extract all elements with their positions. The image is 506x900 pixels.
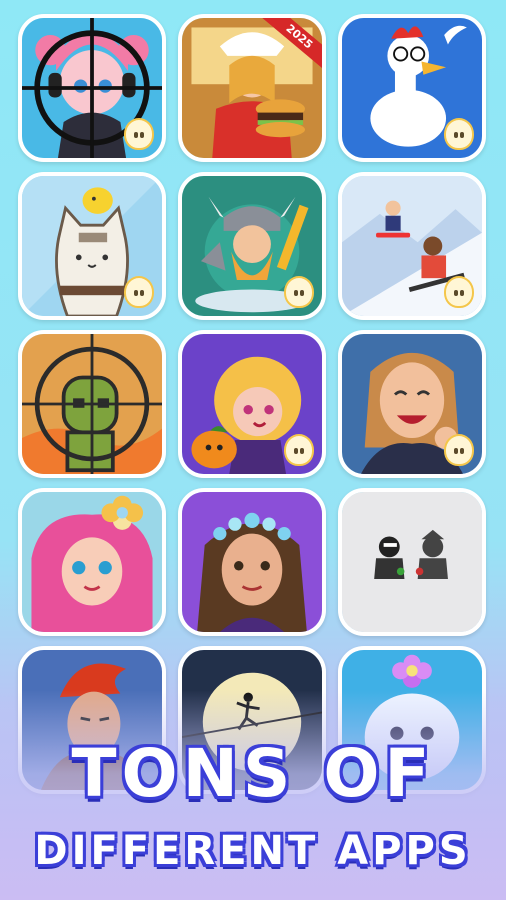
app-tile-ninja[interactable]: [338, 488, 486, 636]
app-tile-happy-woman[interactable]: [338, 330, 486, 478]
app-tile-burger-chef[interactable]: 2025: [178, 14, 326, 162]
zombie-target-icon: [22, 334, 162, 474]
ninja-duo-icon: [342, 492, 482, 632]
app-badge-icon: [444, 276, 474, 308]
app-tile-cat-bird[interactable]: [18, 172, 166, 320]
flower-crown-girl-icon: [182, 492, 322, 632]
headline-line-1: TONS OF: [71, 735, 435, 812]
app-badge-icon: [444, 434, 474, 466]
app-tile-chicken[interactable]: [338, 14, 486, 162]
app-badge-icon: [284, 434, 314, 466]
app-tile-flower-crown[interactable]: [178, 488, 326, 636]
app-tile-fairy[interactable]: [178, 330, 326, 478]
app-tile-sniper-girl[interactable]: [18, 14, 166, 162]
app-badge-icon: [444, 118, 474, 150]
app-tile-viking[interactable]: [178, 172, 326, 320]
headline-line-2: DIFFERENT APPS: [34, 828, 472, 874]
flower-mermaid-icon: [22, 492, 162, 632]
app-tile-mermaid[interactable]: [18, 488, 166, 636]
app-badge-icon: [284, 276, 314, 308]
app-badge-icon: [124, 276, 154, 308]
app-tile-ski[interactable]: [338, 172, 486, 320]
app-tile-zombie[interactable]: [18, 330, 166, 478]
app-badge-icon: [124, 118, 154, 150]
